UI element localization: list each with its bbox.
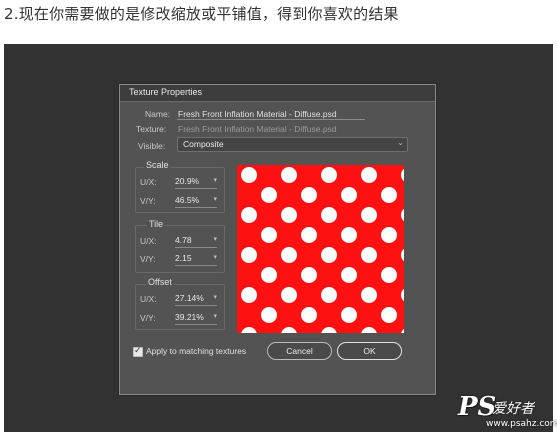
tile-vy-value: 2.15 — [175, 253, 192, 263]
scale-vy-label: V/Y: — [140, 196, 156, 206]
tile-vy-input[interactable]: 2.15 ▾ — [175, 253, 217, 266]
offset-ux-label: U/X: — [140, 294, 157, 304]
tile-ux-value: 4.78 — [175, 235, 192, 245]
name-label: Name: — [145, 109, 171, 119]
ok-button[interactable]: OK — [337, 342, 402, 360]
tile-ux-label: U/X: — [140, 236, 157, 246]
offset-vy-value: 39.21% — [175, 312, 204, 322]
chevron-down-icon[interactable]: ▾ — [213, 195, 217, 203]
watermark-ps-logo: PS — [458, 392, 497, 422]
apply-label[interactable]: Apply to matching textures — [146, 346, 246, 356]
name-field-underline — [177, 119, 365, 120]
chevron-down-icon[interactable]: ▾ — [213, 235, 217, 243]
scale-ux-label: U/X: — [140, 177, 157, 187]
cancel-button[interactable]: Cancel — [267, 342, 332, 360]
watermark-url: www.psahz.com — [486, 419, 557, 429]
offset-vy-input[interactable]: 39.21% ▾ — [175, 312, 217, 325]
chevron-down-icon[interactable]: ▾ — [213, 176, 217, 184]
preview-polka-dots — [237, 165, 404, 333]
dialog-title: Texture Properties — [129, 87, 203, 97]
watermark-cn-text: 爱好者 — [492, 401, 534, 417]
ok-button-label: OK — [363, 346, 376, 356]
visible-select-value: Composite — [183, 139, 224, 149]
offset-ux-input[interactable]: 27.14% ▾ — [175, 293, 217, 306]
scale-ux-input[interactable]: 20.9% ▾ — [175, 176, 217, 189]
texture-properties-dialog: Texture Properties Name: Fresh Front Inf… — [119, 84, 436, 395]
dialog-titlebar[interactable]: Texture Properties — [120, 85, 435, 102]
offset-ux-value: 27.14% — [175, 293, 204, 303]
scale-ux-value: 20.9% — [175, 176, 200, 186]
name-field[interactable]: Fresh Front Inflation Material - Diffuse… — [178, 109, 337, 119]
scale-vy-value: 46.5% — [175, 195, 200, 205]
texture-preview — [237, 165, 404, 333]
visible-select[interactable]: Composite ⌄ — [177, 137, 408, 152]
tile-ux-input[interactable]: 4.78 ▾ — [175, 235, 217, 248]
tile-vy-label: V/Y: — [140, 254, 156, 264]
apply-checkbox[interactable]: ✓ — [133, 345, 143, 357]
caption-text: 2.现在你需要做的是修改缩放或平铺值，得到你喜欢的结果 — [4, 5, 399, 23]
chevron-down-icon[interactable]: ▾ — [213, 253, 217, 261]
texture-label: Texture: — [136, 124, 167, 134]
site-watermark: PS 爱好者 www.psahz.com — [458, 392, 557, 432]
chevron-down-icon: ⌄ — [397, 138, 404, 147]
cancel-button-label: Cancel — [286, 346, 313, 356]
visible-label: Visible: — [138, 141, 166, 151]
scale-group-title: Scale — [144, 160, 171, 170]
offset-vy-label: V/Y: — [140, 313, 156, 323]
scale-vy-input[interactable]: 46.5% ▾ — [175, 195, 217, 208]
chevron-down-icon[interactable]: ▾ — [213, 293, 217, 301]
tile-group-title: Tile — [147, 219, 166, 229]
texture-value: Fresh Front Inflation Material - Diffuse… — [178, 124, 337, 134]
offset-group-title: Offset — [146, 277, 174, 287]
checkmark-icon: ✓ — [134, 345, 142, 355]
chevron-down-icon[interactable]: ▾ — [213, 312, 217, 320]
